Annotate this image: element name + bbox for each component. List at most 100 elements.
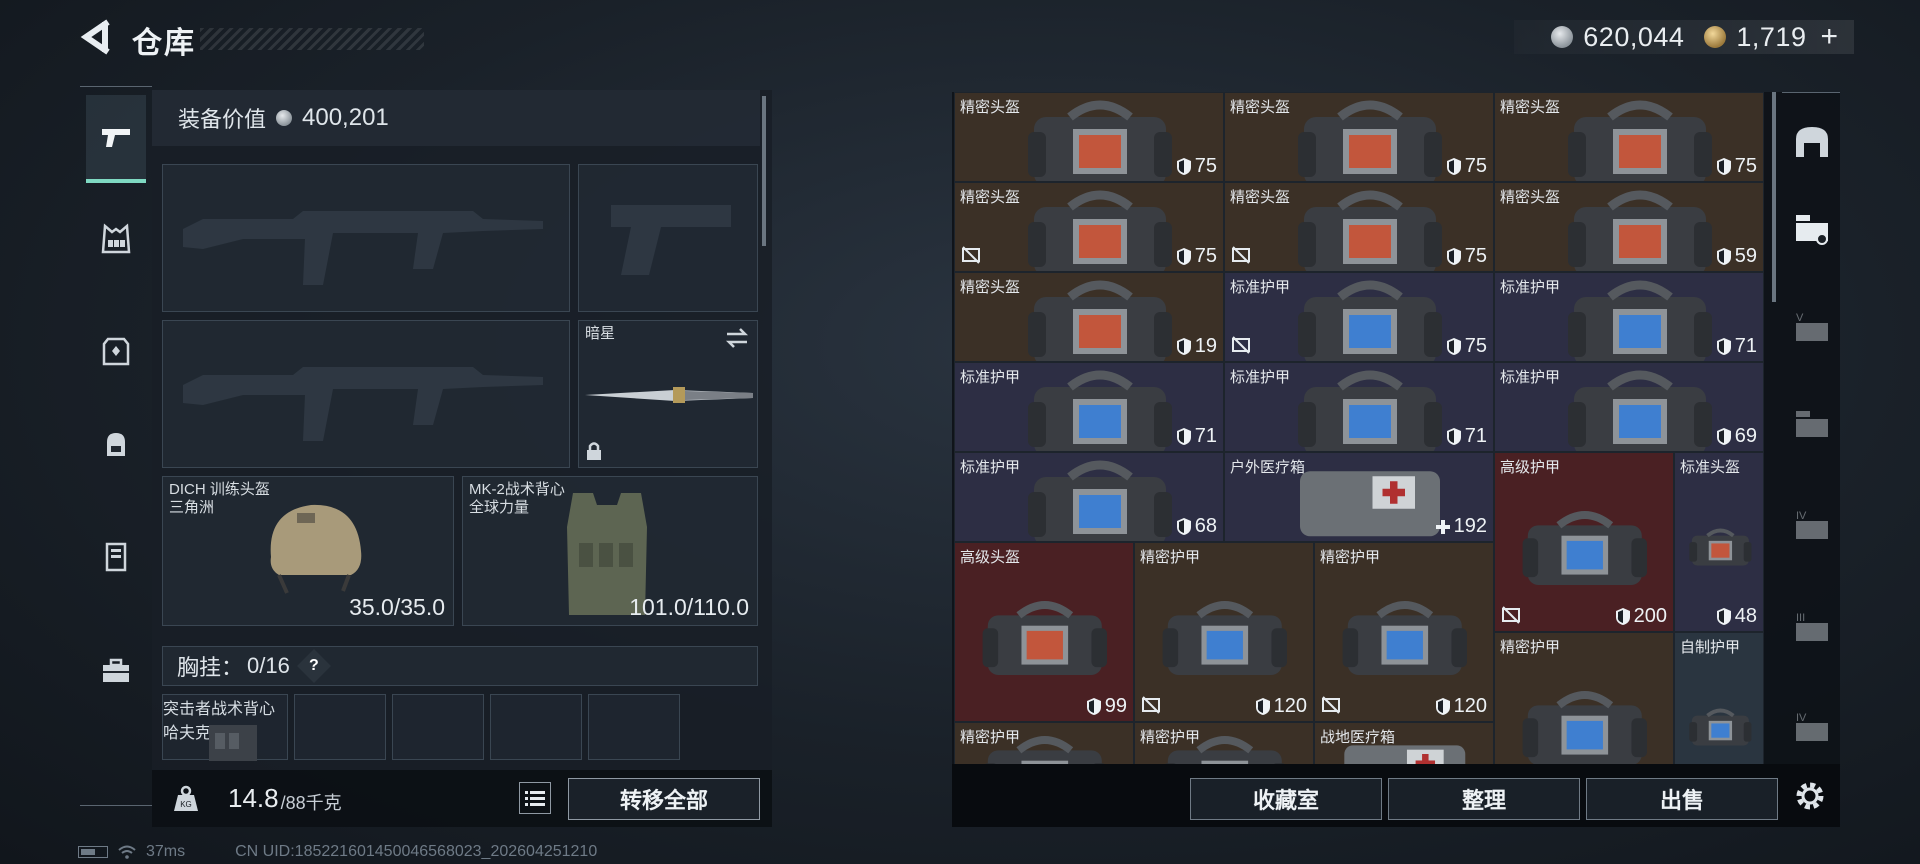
storage-tab-icon: III [1796,612,1828,641]
toolbox-icon [103,658,129,682]
stash-tab-1[interactable] [1788,193,1836,265]
collection-room-button[interactable]: 收藏室 [1190,778,1382,820]
stash-item-name: 标准护甲 [1500,369,1561,386]
sidearm-slot[interactable] [578,164,758,312]
left-scrollbar[interactable] [762,96,766,246]
stash-item-cell[interactable]: 标准护甲 71 [954,362,1224,452]
help-icon[interactable]: ? [296,649,331,683]
shield-icon [1716,338,1731,355]
swap-icon[interactable] [725,327,749,349]
nav-item-weapons[interactable] [86,95,146,183]
shield-icon [1176,338,1191,355]
stash-item-name: 精密头盔 [1500,189,1561,206]
melee-name: 暗星 [585,325,616,342]
nav-item-locker[interactable] [86,513,146,601]
stash-item-cell[interactable]: 精密护甲 [1494,632,1674,764]
stash-item-cell[interactable]: 精密头盔 75 [954,92,1224,182]
list-view-button[interactable] [519,782,551,814]
primary-weapon-slot[interactable] [162,164,570,312]
sort-button[interactable]: 整理 [1388,778,1580,820]
stash-item-cell[interactable]: 战地医疗箱 [1314,722,1494,764]
stash-item-cell[interactable]: 标准护甲 69 [1494,362,1764,452]
stash-item-cell[interactable]: 标准头盔 48 [1674,452,1764,632]
stash-item-cell[interactable]: 精密头盔 19 [954,272,1224,362]
helmet-slot[interactable]: DICH 训练头盔 三角洲 35.0/35.0 [162,476,454,626]
armor-slot[interactable]: MK-2战术背心 全球力量 101.0/110.0 [462,476,758,626]
stash-item-name: 标准护甲 [1500,279,1561,296]
stash-item-cell[interactable]: 精密头盔 75 [1224,182,1494,272]
plus-icon [1435,520,1450,534]
shield-icon [1716,158,1731,175]
shield-icon [1615,608,1630,625]
chest-rig-slot[interactable] [588,694,680,760]
rifle-silhouette-icon [183,211,543,285]
stash-item-cell[interactable]: 精密护甲 [954,722,1134,764]
nav-item-toolbox[interactable] [86,627,146,715]
stash-item-cell[interactable]: 高级头盔 99 [954,542,1134,722]
stash-item-value-text: 75 [1734,155,1757,177]
stash-item-name: 精密头盔 [1230,99,1291,116]
stash-item-name: 精密护甲 [1500,639,1561,656]
stash-item-cell[interactable]: 标准护甲 75 [1224,272,1494,362]
chest-rig-slot[interactable] [490,694,582,760]
stash-item-cell[interactable]: 标准护甲 71 [1224,362,1494,452]
stash-item-name: 精密头盔 [960,99,1021,116]
stash-item-value: 192 [1435,515,1487,538]
stash-item-value: 75 [1446,335,1487,358]
equipment-value-header: 装备价值 400,201 [152,90,760,146]
shield-icon [1176,518,1191,535]
chest-rig-slot[interactable] [294,694,386,760]
gear-bag-image [1568,370,1712,451]
transfer-all-button[interactable]: 转移全部 [568,778,760,820]
stash-tab-all[interactable] [1788,107,1836,179]
stash-scrollbar[interactable] [1772,92,1776,302]
secondary-weapon-slot[interactable] [162,320,570,468]
ping-value: 37ms [146,843,186,860]
melee-slot[interactable]: 暗星 [578,320,758,468]
gear-bag-image [1162,600,1288,675]
stash-item-cell[interactable]: 户外医疗箱 192 [1224,452,1494,542]
currency-bar: 620,044 1,719 + [1514,20,1854,54]
no-drop-icon [1232,336,1250,354]
stash-item-cell[interactable]: 精密护甲 [1134,722,1314,764]
back-button[interactable] [78,18,112,56]
gear-bag-image [1298,100,1442,181]
lock-icon [587,442,601,460]
stash-tab-6[interactable]: IV [1788,693,1836,765]
chest-rig-slot[interactable]: 突击者战术背心 哈夫克 [162,694,288,761]
stash-item-cell[interactable]: 精密头盔 75 [954,182,1224,272]
stash-item-cell[interactable]: 精密头盔 59 [1494,182,1764,272]
stash-item-value: 71 [1446,425,1487,448]
shield-icon [1716,248,1731,265]
stash-item-cell[interactable]: 标准护甲 71 [1494,272,1764,362]
weight-icon[interactable]: KG [172,785,200,813]
stash-item-value-text: 192 [1453,515,1487,537]
stash-item-cell[interactable]: 高级护甲 200 [1494,452,1674,632]
no-drop-icon [1142,696,1160,714]
title-decoration [200,28,424,50]
stash-tab-5[interactable]: III [1788,593,1836,665]
silver-coin-icon [1551,26,1574,48]
stash-tab-4[interactable]: IV [1788,491,1836,563]
nav-item-helmet[interactable] [86,401,146,489]
stash-item-name: 高级头盔 [960,549,1021,566]
stash-item-value: 120 [1255,695,1307,718]
stash-item-cell[interactable]: 标准护甲 68 [954,452,1224,542]
stash-item-name: 精密护甲 [1320,549,1381,566]
stash-item-cell[interactable]: 精密头盔 75 [1224,92,1494,182]
stash-tab-2[interactable]: V [1788,293,1836,365]
nav-item-armor[interactable] [86,307,146,395]
gear-icon[interactable] [1792,778,1828,814]
sell-button[interactable]: 出售 [1586,778,1778,820]
stash-item-value: 68 [1176,515,1217,538]
nav-item-chest-rig[interactable] [86,195,146,283]
stash-item-cell[interactable]: 精密头盔 75 [1494,92,1764,182]
add-currency-button[interactable]: + [1820,20,1838,54]
backpack-icon [107,433,125,456]
stash-item-cell[interactable]: 自制护甲 [1674,632,1764,764]
back-arrow-icon [80,19,110,55]
stash-item-cell[interactable]: 精密护甲 120 [1134,542,1314,722]
stash-tab-3[interactable] [1788,389,1836,461]
stash-item-cell[interactable]: 精密护甲 120 [1314,542,1494,722]
chest-rig-slot[interactable] [392,694,484,760]
